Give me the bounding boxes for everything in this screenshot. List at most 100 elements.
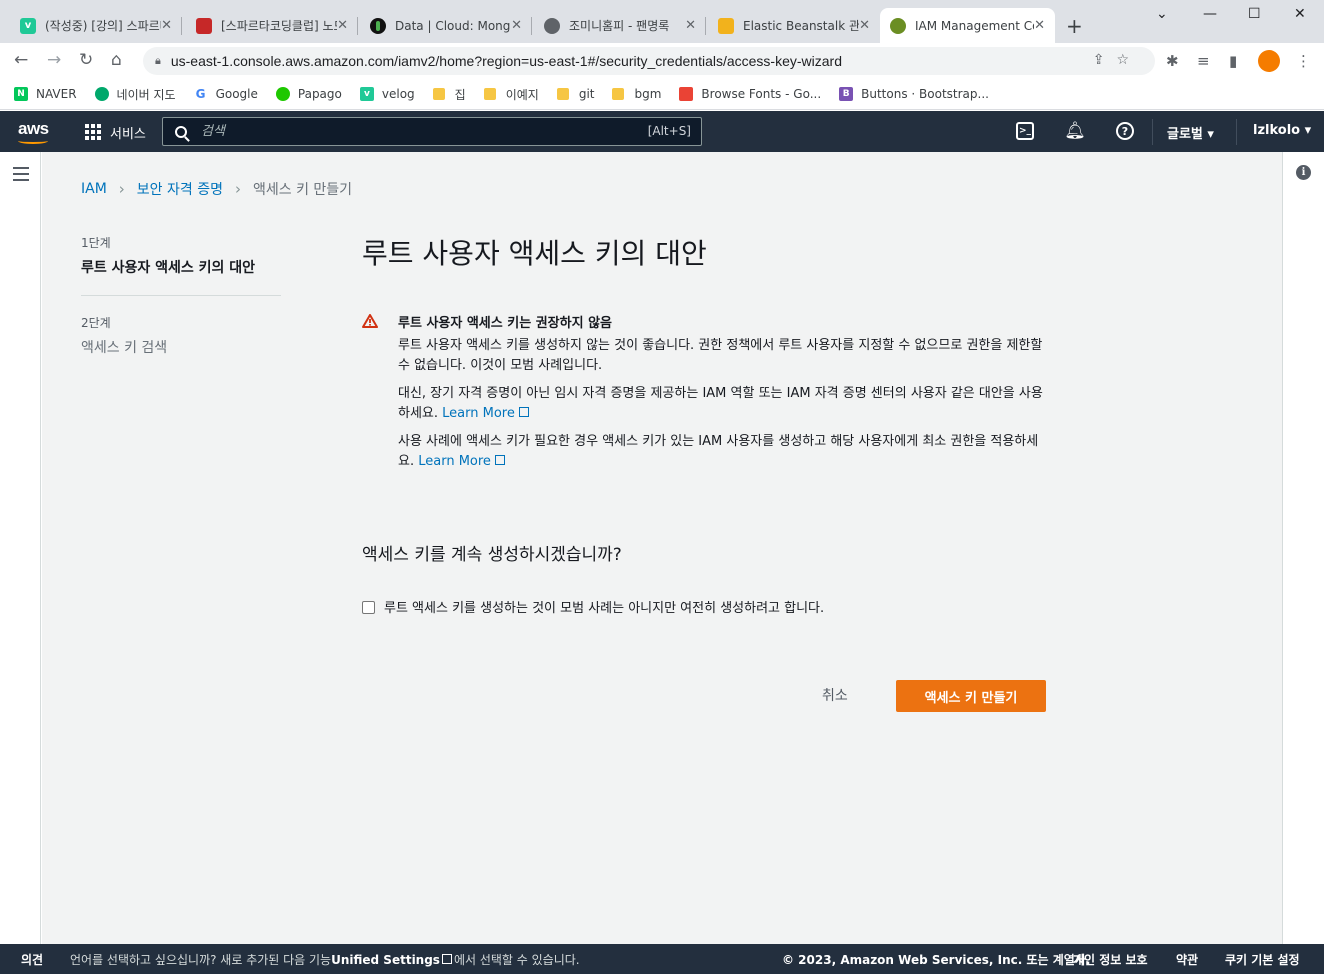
services-menu[interactable]: 서비스 [110,123,146,142]
breadcrumb-iam[interactable]: IAM [81,181,107,197]
side-panel-icon[interactable]: ▮ [1229,52,1237,70]
external-link-icon [441,954,452,964]
main-content: IAM › 보안 자격 증명 › 액세스 키 만들기 1단계 루트 사용자 액세… [42,152,1282,944]
external-link-icon [494,455,505,465]
learn-more-link[interactable]: Learn More [418,454,505,469]
browser-tab[interactable]: 조미니홈피 - 팬명록 ✕ [534,8,706,43]
folder-icon [612,88,625,100]
warning-triangle-icon [362,314,378,328]
minimize-icon[interactable]: — [1203,6,1217,22]
console-footer: 의견 언어를 선택하고 싶으십니까? 새로 추가된 다음 기능Unified S… [0,944,1324,974]
papago-icon [275,87,290,101]
bookmark-velog[interactable]: v velog [359,87,415,101]
alert-text-1: 루트 사용자 액세스 키를 생성하지 않는 것이 좋습니다. 권한 정책에서 루… [398,338,1043,373]
cloudshell-icon[interactable]: >_ [1016,122,1034,140]
lock-icon: 🔒︎ [155,54,161,67]
globe-icon [544,17,560,34]
wizard-steps: 1단계 루트 사용자 액세스 키의 대안 2단계 액세스 키 검색 [81,234,281,357]
privacy-link[interactable]: 개인 정보 보호 [1073,951,1148,968]
unified-settings-link[interactable]: Unified Settings [331,953,440,967]
velog-icon: v [359,87,374,101]
info-icon[interactable]: i [1296,165,1311,180]
region-selector[interactable]: 글로벌 ▾ [1167,123,1214,142]
browser-toolbar: ← → ↻ ⌂ 🔒︎ us-east-1.console.aws.amazon.… [0,43,1324,79]
bookmark-papago[interactable]: Papago [275,87,342,101]
external-link-icon [518,407,529,417]
share-icon[interactable]: ⇪ [1093,52,1117,68]
reload-icon[interactable]: ↻ [79,50,93,70]
close-icon[interactable]: ✕ [511,18,522,33]
continue-question: 액세스 키를 계속 생성하시겠습니까? [362,545,622,565]
cancel-button[interactable]: 취소 [822,685,848,705]
terms-link[interactable]: 약관 [1176,951,1198,968]
copyright: © 2023, Amazon Web Services, Inc. 또는 계열사… [782,953,1091,967]
hamburger-menu-icon[interactable] [13,167,29,185]
bell-icon[interactable]: 🔔︎ [1064,121,1086,141]
search-input[interactable] [201,124,621,139]
warning-alert: 루트 사용자 액세스 키는 권장하지 않음 루트 사용자 액세스 키를 생성하지… [362,312,1052,472]
close-icon[interactable]: ✕ [1034,18,1045,33]
close-icon[interactable]: ✕ [161,18,172,33]
bookmark-google[interactable]: G Google [193,87,258,101]
browser-tab[interactable]: Data | Cloud: MongoDB ✕ [360,8,532,43]
breadcrumb-current: 액세스 키 만들기 [252,182,353,198]
reading-list-icon[interactable]: ≡ [1197,52,1210,70]
new-tab-plus-icon[interactable]: + [1066,14,1083,38]
folder-icon [556,88,569,100]
close-icon[interactable]: ✕ [859,18,870,33]
services-grid-icon[interactable] [85,124,101,140]
alert-heading: 루트 사용자 액세스 키는 권장하지 않음 [398,316,612,331]
chevron-down-icon[interactable]: ⌄ [1156,6,1168,22]
aws-logo[interactable]: aws [18,119,49,144]
bookmark-folder[interactable]: 집 [432,86,466,103]
side-nav-rail [0,152,41,944]
acknowledge-label[interactable]: 루트 액세스 키를 생성하는 것이 모범 사례는 아니지만 여전히 생성하려고 … [384,598,824,620]
acknowledge-checkbox[interactable] [362,601,375,614]
back-arrow-icon[interactable]: ← [14,50,28,70]
close-icon[interactable]: ✕ [685,18,696,33]
bootstrap-icon: B [839,87,854,101]
maximize-icon[interactable]: ☐ [1248,6,1261,22]
console-search[interactable]: [Alt+S] [162,117,702,146]
bookmark-folder[interactable]: bgm [612,87,661,101]
url-text: us-east-1.console.aws.amazon.com/iamv2/h… [170,53,842,69]
close-icon[interactable]: ✕ [337,18,348,33]
window-close-icon[interactable]: ✕ [1294,6,1306,22]
browser-tab[interactable]: v (작성중) [강의] 스파르타 ✕ [10,8,182,43]
bookmark-folder[interactable]: 이예지 [483,86,539,103]
profile-avatar[interactable] [1258,50,1280,72]
step-1-label[interactable]: 루트 사용자 액세스 키의 대안 [81,257,281,277]
map-pin-icon [94,87,109,101]
chevron-right-icon: › [234,180,241,198]
extensions-puzzle-icon[interactable]: ✱ [1166,52,1179,70]
browser-tab[interactable]: Elastic Beanstalk 관리 ✕ [708,8,880,43]
bookmark-naver-map[interactable]: 네이버 지도 [94,86,176,103]
help-icon[interactable]: ? [1116,122,1134,140]
bookmark-bootstrap[interactable]: B Buttons · Bootstrap... [839,87,989,101]
forward-arrow-icon[interactable]: → [47,50,61,70]
bookmark-naver[interactable]: N NAVER [14,87,77,101]
bookmark-folder[interactable]: git [556,87,594,101]
acknowledge-checkbox-row[interactable]: 루트 액세스 키를 생성하는 것이 모범 사례는 아니지만 여전히 생성하려고 … [362,598,882,620]
star-icon[interactable]: ☆ [1116,52,1141,68]
alert-text-3: 사용 사례에 액세스 키가 필요한 경우 액세스 키가 있는 IAM 사용자를 … [398,434,1039,469]
address-bar[interactable]: 🔒︎ us-east-1.console.aws.amazon.com/iamv… [143,47,1155,75]
feedback-link[interactable]: 의견 [21,951,43,968]
step-2-label: 액세스 키 검색 [81,340,168,356]
kebab-menu-icon[interactable]: ⋮ [1296,52,1311,70]
breadcrumb-security-credentials[interactable]: 보안 자격 증명 [137,179,223,199]
browser-tab[interactable]: [스파르타코딩클럽] 노드 ✕ [186,8,358,43]
browser-tab-active[interactable]: IAM Management Console ✕ [880,8,1055,43]
home-icon[interactable]: ⌂ [111,50,122,70]
account-menu[interactable]: lzlkolo ▾ [1253,123,1311,138]
iam-favicon-icon [890,17,906,34]
cookie-preferences-link[interactable]: 쿠키 기본 설정 [1225,951,1300,968]
bookmark-google-fonts[interactable]: Browse Fonts - Go... [679,87,821,101]
aws-box-favicon-icon [718,17,734,34]
google-icon: G [193,87,208,101]
learn-more-link[interactable]: Learn More [442,406,529,421]
language-message: 언어를 선택하고 싶으십니까? 새로 추가된 다음 기능Unified Sett… [70,953,580,967]
aws-top-nav: aws 서비스 [Alt+S] >_ 🔔︎ ? 글로벌 ▾ lzlkolo ▾ [0,111,1324,152]
naver-icon: N [14,87,28,101]
create-access-key-button[interactable]: 액세스 키 만들기 [896,680,1046,712]
